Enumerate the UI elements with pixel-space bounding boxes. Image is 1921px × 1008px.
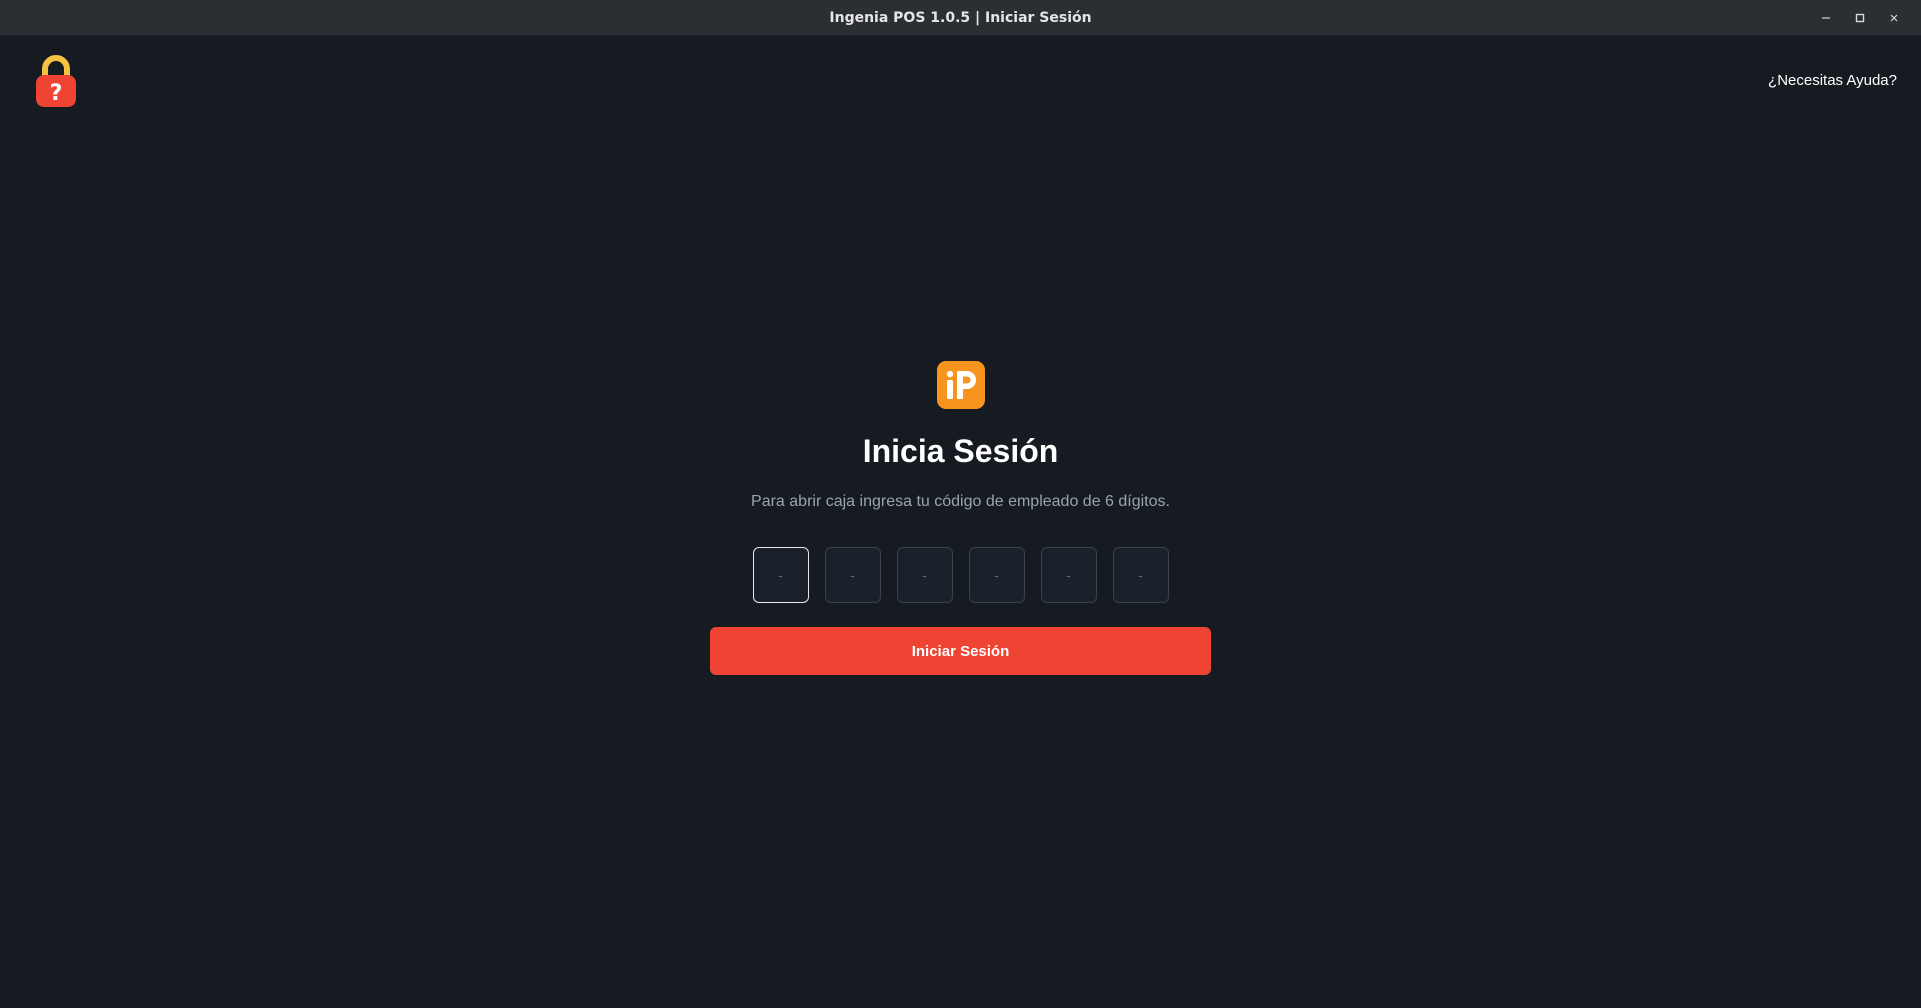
pin-digit-6[interactable] <box>1112 547 1169 603</box>
login-subtitle: Para abrir caja ingresa tu código de emp… <box>751 493 1170 510</box>
close-icon <box>1890 14 1898 22</box>
login-title: Inicia Sesión <box>862 433 1059 469</box>
login-button[interactable]: Iniciar Sesión <box>710 627 1211 675</box>
title-bar[interactable]: Ingenia POS 1.0.5 | Iniciar Sesión <box>0 0 1921 36</box>
login-panel: Inicia Sesión Para abrir caja ingresa tu… <box>710 361 1211 675</box>
minimize-icon <box>1822 17 1830 19</box>
pin-digit-1[interactable] <box>752 547 809 603</box>
maximize-icon <box>1855 13 1865 23</box>
maximize-button[interactable] <box>1843 0 1877 36</box>
close-button[interactable] <box>1877 0 1911 36</box>
login-screen: ? ¿Necesitas Ayuda? Inicia Sesión Para a… <box>0 36 1921 1008</box>
pin-digit-4[interactable] <box>968 547 1025 603</box>
minimize-button[interactable] <box>1809 0 1843 36</box>
pin-input-group <box>710 547 1211 603</box>
pin-digit-5[interactable] <box>1040 547 1097 603</box>
pin-digit-2[interactable] <box>824 547 881 603</box>
window-controls <box>1809 0 1911 36</box>
svg-text:?: ? <box>50 81 63 106</box>
window-title: Ingenia POS 1.0.5 | Iniciar Sesión <box>829 10 1092 26</box>
help-link[interactable]: ¿Necesitas Ayuda? <box>1768 72 1897 89</box>
ingenia-pos-logo <box>936 361 985 409</box>
lock-question-icon[interactable]: ? <box>34 53 78 109</box>
app-window: Ingenia POS 1.0.5 | Iniciar Sesión ? ¿Ne… <box>0 0 1921 1008</box>
pin-digit-3[interactable] <box>896 547 953 603</box>
